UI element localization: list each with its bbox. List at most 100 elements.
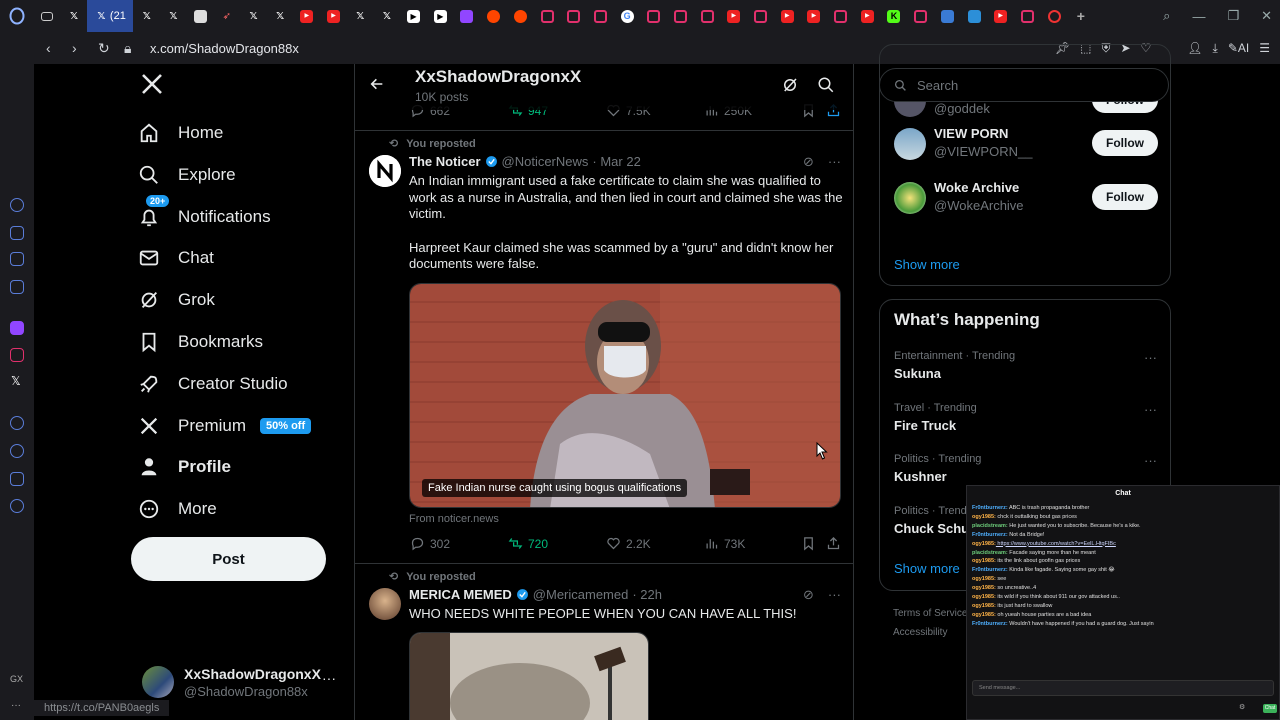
new-tab-icon[interactable]: + — [1067, 0, 1094, 32]
tab-youtube-icon[interactable]: ▶ — [721, 0, 748, 32]
chat-settings-icon[interactable]: ⚙ — [1239, 703, 1245, 711]
chat-username[interactable]: Fr0ntburnerz: — [972, 621, 1008, 627]
chat-username[interactable]: ogy1985: — [972, 603, 996, 609]
trend-more-icon[interactable]: ··· — [1144, 402, 1157, 417]
post-video[interactable] — [409, 632, 649, 720]
follow-suggestion[interactable]: Woke Archive @WokeArchive Follow — [894, 178, 1158, 218]
tab-bird-icon[interactable]: ➶ — [213, 0, 240, 32]
tab-x-icon[interactable]: 𝕏 — [374, 0, 401, 32]
views-button[interactable]: 73K — [704, 536, 745, 551]
search-tabs-icon[interactable]: ⌕ — [1163, 8, 1170, 24]
tab-app-icon[interactable] — [934, 0, 961, 32]
tab-x-icon[interactable]: 𝕏 — [267, 0, 294, 32]
tab-reddit-icon[interactable] — [480, 0, 507, 32]
post-handle[interactable]: @NoticerNews — [502, 154, 589, 169]
sidebar-settings-icon[interactable] — [10, 499, 24, 513]
tab-x-active[interactable]: 𝕏 (21 — [87, 0, 134, 32]
ai-button[interactable]: ✎AI — [1228, 41, 1249, 55]
tab-app-icon[interactable] — [961, 0, 988, 32]
post-author[interactable]: The Noticer — [409, 154, 481, 169]
show-more-link[interactable]: Show more — [894, 257, 960, 272]
sidebar-x-icon[interactable]: 𝕏 — [11, 374, 21, 388]
sidebar-history-icon[interactable] — [10, 444, 24, 458]
tab-instagram-icon[interactable] — [747, 0, 774, 32]
search-input[interactable]: Search — [879, 68, 1169, 102]
avatar[interactable] — [369, 588, 401, 620]
terms-link[interactable]: Terms of Service — [893, 608, 967, 619]
post-more-icon[interactable]: ··· — [828, 154, 841, 170]
sidebar-app-icon[interactable] — [10, 280, 24, 294]
nav-home[interactable]: Home — [138, 113, 223, 153]
reply-button[interactable]: 302 — [410, 536, 450, 551]
sidebar-instagram-icon[interactable] — [10, 348, 24, 362]
tab-instagram-icon[interactable] — [694, 0, 721, 32]
sidebar-app-icon[interactable] — [10, 226, 24, 240]
post-date[interactable]: · Mar 22 — [592, 154, 640, 169]
sidebar-player-icon[interactable] — [10, 416, 24, 430]
url-field[interactable]: x.com/ShadowDragon88x — [150, 41, 299, 56]
follow-button[interactable]: Follow — [1092, 184, 1158, 210]
minimize-icon[interactable]: — — [1192, 9, 1205, 24]
tab-youtube-icon[interactable]: ▶ — [801, 0, 828, 32]
trend-item[interactable]: Entertainment · Trending Sukuna ··· — [894, 350, 1158, 381]
tab-google-icon[interactable]: G — [614, 0, 641, 32]
follow-button[interactable]: Follow — [1092, 130, 1158, 156]
chat-username[interactable]: ogy1985: — [972, 585, 996, 591]
tab-instagram-icon[interactable] — [534, 0, 561, 32]
menu-icon[interactable]: ☰ — [1259, 41, 1270, 55]
nav-grok[interactable]: Grok — [138, 280, 215, 320]
tab-instagram-icon[interactable] — [1014, 0, 1041, 32]
follow-suggestion[interactable]: VIEW PORN @VIEWPORN__ Follow — [894, 124, 1158, 164]
tab-instagram-icon[interactable] — [640, 0, 667, 32]
nav-chat[interactable]: Chat — [138, 238, 214, 278]
tab-x-icon[interactable]: 𝕏 — [61, 0, 88, 32]
tab-x-icon[interactable]: 𝕏 — [160, 0, 187, 32]
back-icon[interactable]: ‹ — [46, 40, 60, 56]
tab-youtube-icon[interactable]: ▶ — [294, 0, 321, 32]
show-more-link[interactable]: Show more — [894, 561, 960, 576]
tab-x-icon[interactable]: 𝕏 — [347, 0, 374, 32]
sidebar-aria-icon[interactable] — [10, 198, 24, 212]
sidebar-twitch-icon[interactable] — [10, 321, 24, 335]
tab-instagram-icon[interactable] — [560, 0, 587, 32]
tab-youtube-icon[interactable]: ▶ — [987, 0, 1014, 32]
bookmark-button[interactable] — [801, 536, 816, 551]
tab-youtube-icon[interactable]: ▶ — [320, 0, 347, 32]
post-author[interactable]: MERICA MEMED — [409, 587, 512, 602]
chat-username[interactable]: ogy1985: — [972, 541, 996, 547]
tab-video-icon[interactable]: ▶ — [427, 0, 454, 32]
tab-twitch-icon[interactable] — [454, 0, 481, 32]
chat-username[interactable]: placidstream: — [972, 523, 1008, 529]
opera-logo-icon[interactable] — [0, 0, 34, 32]
link-source[interactable]: From noticer.news — [409, 513, 499, 525]
post-more-icon[interactable]: ··· — [828, 587, 841, 603]
restore-icon[interactable]: ❐ — [1227, 8, 1239, 24]
chat-username[interactable]: Fr0ntburnerz: — [972, 532, 1008, 538]
chat-input[interactable]: Send message... — [972, 680, 1274, 696]
tab-instagram-icon[interactable] — [587, 0, 614, 32]
tab-youtube-icon[interactable]: ▶ — [774, 0, 801, 32]
trend-more-icon[interactable]: ··· — [1144, 350, 1157, 365]
nav-premium[interactable]: Premium 50% off — [138, 406, 312, 446]
post-handle[interactable]: @Mericamemed — [533, 587, 629, 602]
tab-kick-icon[interactable]: K — [881, 0, 908, 32]
trend-more-icon[interactable]: ··· — [1144, 453, 1157, 468]
tab-instagram-icon[interactable] — [667, 0, 694, 32]
chat-username[interactable]: ogy1985: — [972, 612, 996, 618]
nav-creator-studio[interactable]: Creator Studio — [138, 364, 288, 404]
chat-username[interactable]: Fr0ntburnerz: — [972, 567, 1008, 573]
tab-page-icon[interactable] — [187, 0, 214, 32]
back-arrow-icon[interactable] — [369, 76, 385, 97]
reload-icon[interactable]: ↻ — [98, 40, 112, 57]
close-window-icon[interactable]: ✕ — [1261, 8, 1272, 24]
nav-notifications[interactable]: 20+ Notifications — [138, 194, 271, 237]
profile-icon[interactable]: 👤︎ — [1187, 41, 1202, 55]
grok-icon[interactable]: ⊘ — [803, 587, 814, 603]
download-icon[interactable]: ⤓ — [1213, 41, 1218, 56]
account-more-icon[interactable]: ··· — [322, 670, 336, 686]
post-button[interactable]: Post — [131, 537, 326, 581]
tab-video-icon[interactable]: ▶ — [400, 0, 427, 32]
sidebar-more-icon[interactable]: ··· — [11, 700, 21, 711]
chat-link[interactable]: https://www.youtube.com/watch?v=EelL.Htq… — [996, 541, 1115, 547]
chat-send-button[interactable]: Chat — [1263, 704, 1277, 713]
